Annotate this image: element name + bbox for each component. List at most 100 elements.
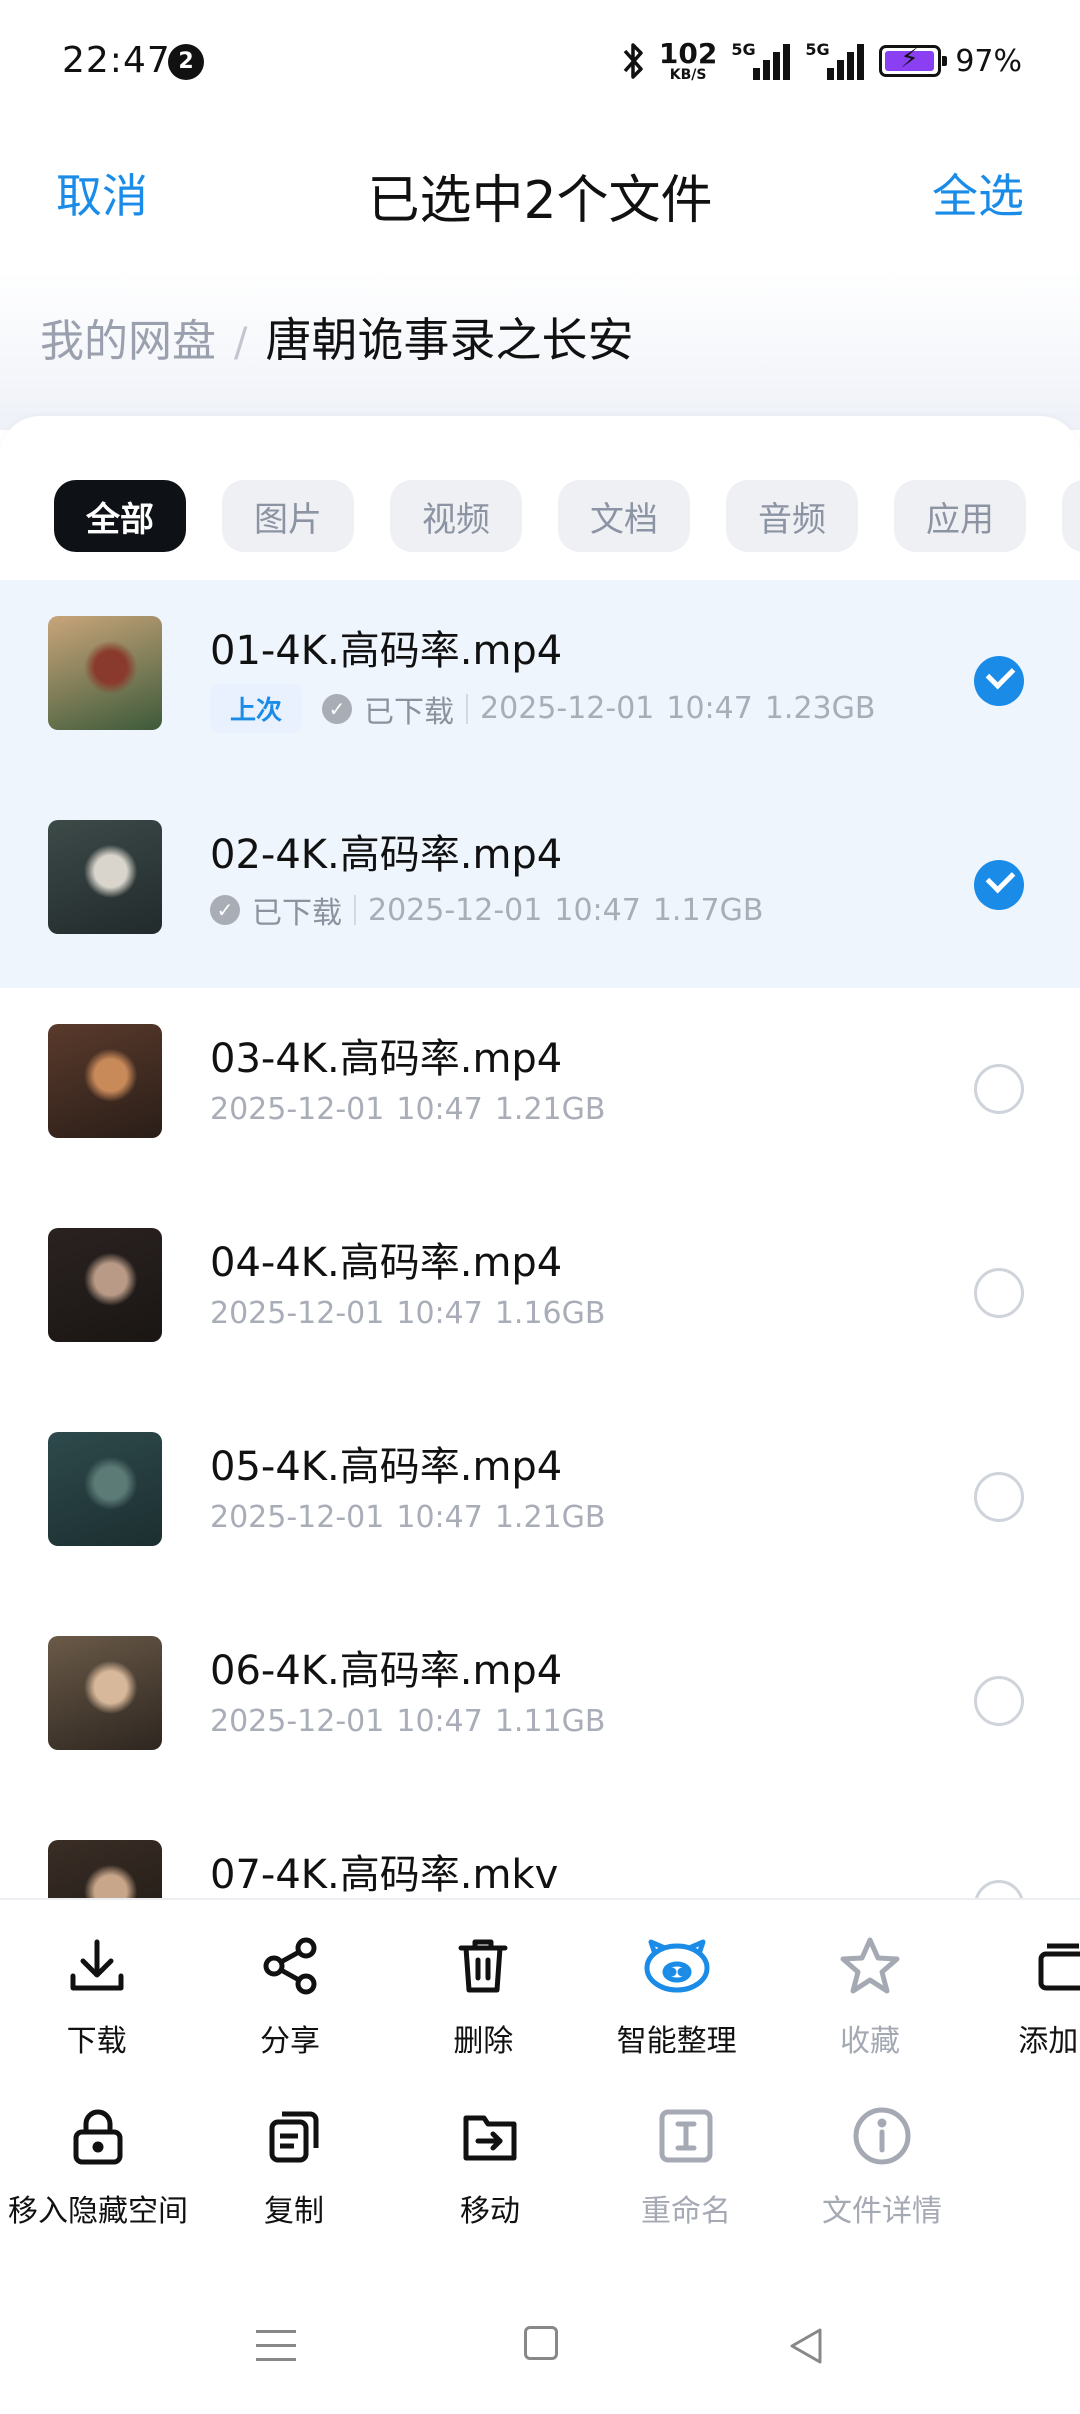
copy-button[interactable]: 复制 (196, 2100, 392, 2230)
downloaded-label: 已下载 (252, 896, 342, 931)
file-list-card: 全部 图片 视频 文档 音频 应用 01-4K.高码率.mp4 上次 ✓ 已下载… (0, 416, 1080, 1906)
notification-count-badge: 2 (168, 44, 204, 80)
share-icon (254, 1930, 326, 2002)
last-opened-badge: 上次 (210, 684, 303, 733)
trash-icon (447, 1930, 519, 2002)
select-checkbox[interactable] (974, 1676, 1024, 1726)
signal-icon-sim2: 5G (805, 40, 865, 82)
file-meta: 上次 ✓ 已下载 2025-12-01 10:47 1.23GB (210, 684, 875, 733)
rename-icon (650, 2100, 722, 2172)
info-icon (846, 2100, 918, 2172)
file-row[interactable]: 05-4K.高码率.mp4 2025-12-01 10:47 1.21GB (0, 1396, 1080, 1600)
file-time: 10:47 (396, 1704, 483, 1739)
file-row[interactable]: 04-4K.高码率.mp4 2025-12-01 10:47 1.16GB (0, 1192, 1080, 1396)
file-size: 1.17GB (652, 892, 764, 928)
sort-bar-obscured (52, 416, 1032, 426)
smart-organize-button[interactable]: 智能整理 (580, 1930, 773, 2060)
signal-icon-sim1: 5G (731, 40, 791, 82)
file-time: 10:47 (396, 1296, 483, 1331)
file-name: 01-4K.高码率.mp4 (210, 628, 563, 674)
add-to-icon (1027, 1930, 1080, 2002)
home-button[interactable] (524, 2326, 558, 2360)
file-date: 2025-12-01 (368, 892, 543, 928)
file-details-label: 文件详情 (822, 2194, 942, 2229)
file-name: 02-4K.高码率.mp4 (210, 832, 563, 878)
file-size: 1.21GB (494, 1500, 606, 1535)
file-meta: 2025-12-01 10:47 1.11GB (210, 1704, 605, 1739)
favorite-button[interactable]: 收藏 (773, 1930, 966, 2060)
rename-label: 重命名 (641, 2194, 731, 2229)
share-label: 分享 (259, 2024, 320, 2059)
download-icon (61, 1930, 133, 2002)
delete-button[interactable]: 删除 (387, 1930, 580, 2060)
file-name: 05-4K.高码率.mp4 (210, 1444, 563, 1490)
video-thumbnail (48, 1636, 162, 1750)
file-row[interactable]: 03-4K.高码率.mp4 2025-12-01 10:47 1.21GB (0, 988, 1080, 1192)
file-row[interactable]: 01-4K.高码率.mp4 上次 ✓ 已下载 2025-12-01 10:47 … (0, 580, 1080, 784)
copy-label: 复制 (264, 2194, 324, 2229)
downloaded-check-icon: ✓ (210, 895, 240, 925)
select-checkbox[interactable] (974, 1472, 1024, 1522)
battery-percent: 97% (955, 43, 1022, 79)
file-details-button[interactable]: 文件详情 (784, 2100, 980, 2230)
filter-chip-images[interactable]: 图片 (222, 480, 354, 552)
select-checkbox[interactable] (974, 860, 1024, 910)
network-speed: 102 KB/S (659, 40, 717, 83)
file-meta: 2025-12-01 10:47 1.21GB (210, 1092, 605, 1127)
status-bar: 22:47 2 102 KB/S 5G 5G ⚡ 97% (0, 0, 1080, 120)
file-row[interactable]: 06-4K.高码率.mp4 2025-12-01 10:47 1.11GB (0, 1600, 1080, 1804)
back-button[interactable] (788, 2326, 824, 2366)
move-to-hidden-space-button[interactable]: 移入隐藏空间 (0, 2100, 196, 2230)
rename-button[interactable]: 重命名 (588, 2100, 784, 2230)
move-to-hidden-space-label: 移入隐藏空间 (8, 2194, 188, 2229)
file-name: 04-4K.高码率.mp4 (210, 1240, 563, 1286)
file-date: 2025-12-01 (480, 691, 655, 726)
file-size: 1.16GB (494, 1296, 606, 1331)
status-time: 22:47 (62, 40, 171, 81)
select-all-button[interactable]: 全选 (932, 160, 1024, 226)
select-checkbox[interactable] (974, 656, 1024, 706)
file-name: 07-4K.高码率.mkv (210, 1852, 559, 1898)
breadcrumb-root[interactable]: 我的网盘 (40, 305, 216, 369)
select-checkbox[interactable] (974, 1268, 1024, 1318)
file-row[interactable]: 07-4K.高码率.mkv (0, 1804, 1080, 1906)
video-thumbnail (48, 1228, 162, 1342)
bluetooth-icon (623, 43, 643, 79)
file-meta: 2025-12-01 10:47 1.16GB (210, 1296, 605, 1331)
star-icon (834, 1930, 906, 2002)
file-date: 2025-12-01 (210, 1092, 385, 1127)
file-date: 2025-12-01 (210, 1704, 385, 1739)
category-filter-bar: 全部 图片 视频 文档 音频 应用 (54, 480, 1080, 552)
filter-chip-videos[interactable]: 视频 (390, 480, 522, 552)
move-button[interactable]: 移动 (392, 2100, 588, 2230)
file-row[interactable]: 02-4K.高码率.mp4 ✓ 已下载 2025-12-01 10:47 1.1… (0, 784, 1080, 988)
add-to-button[interactable]: 添加到 (967, 1930, 1080, 2060)
downloaded-check-icon: ✓ (322, 693, 353, 724)
file-time: 10:47 (396, 1500, 483, 1535)
copy-icon (258, 2100, 330, 2172)
select-checkbox[interactable] (974, 1064, 1024, 1114)
filter-chip-more[interactable] (1062, 480, 1080, 552)
filter-chip-apps[interactable]: 应用 (894, 480, 1026, 552)
file-time: 10:47 (666, 691, 753, 726)
file-name: 03-4K.高码率.mp4 (210, 1036, 563, 1082)
meta-divider (466, 693, 469, 724)
add-to-label: 添加到 (1018, 2024, 1080, 2059)
breadcrumb: 我的网盘 / 唐朝诡事录之长安 (40, 304, 633, 370)
delete-label: 删除 (453, 2024, 514, 2059)
file-date: 2025-12-01 (210, 1296, 385, 1331)
filter-chip-all[interactable]: 全部 (54, 480, 186, 552)
filter-chip-audio[interactable]: 音频 (726, 480, 858, 552)
breadcrumb-separator: / (234, 320, 248, 366)
video-thumbnail (48, 1432, 162, 1546)
share-button[interactable]: 分享 (193, 1930, 386, 2060)
download-label: 下载 (66, 2024, 127, 2059)
download-button[interactable]: 下载 (0, 1930, 193, 2060)
filter-chip-documents[interactable]: 文档 (558, 480, 690, 552)
selection-header: 取消 已选中2个文件 全选 (0, 130, 1080, 250)
video-thumbnail (48, 1840, 162, 1906)
battery-icon: ⚡ (879, 44, 948, 77)
recent-apps-button[interactable] (256, 2330, 296, 2362)
file-size: 1.23GB (764, 691, 876, 726)
page-title: 已选中2个文件 (367, 171, 713, 231)
